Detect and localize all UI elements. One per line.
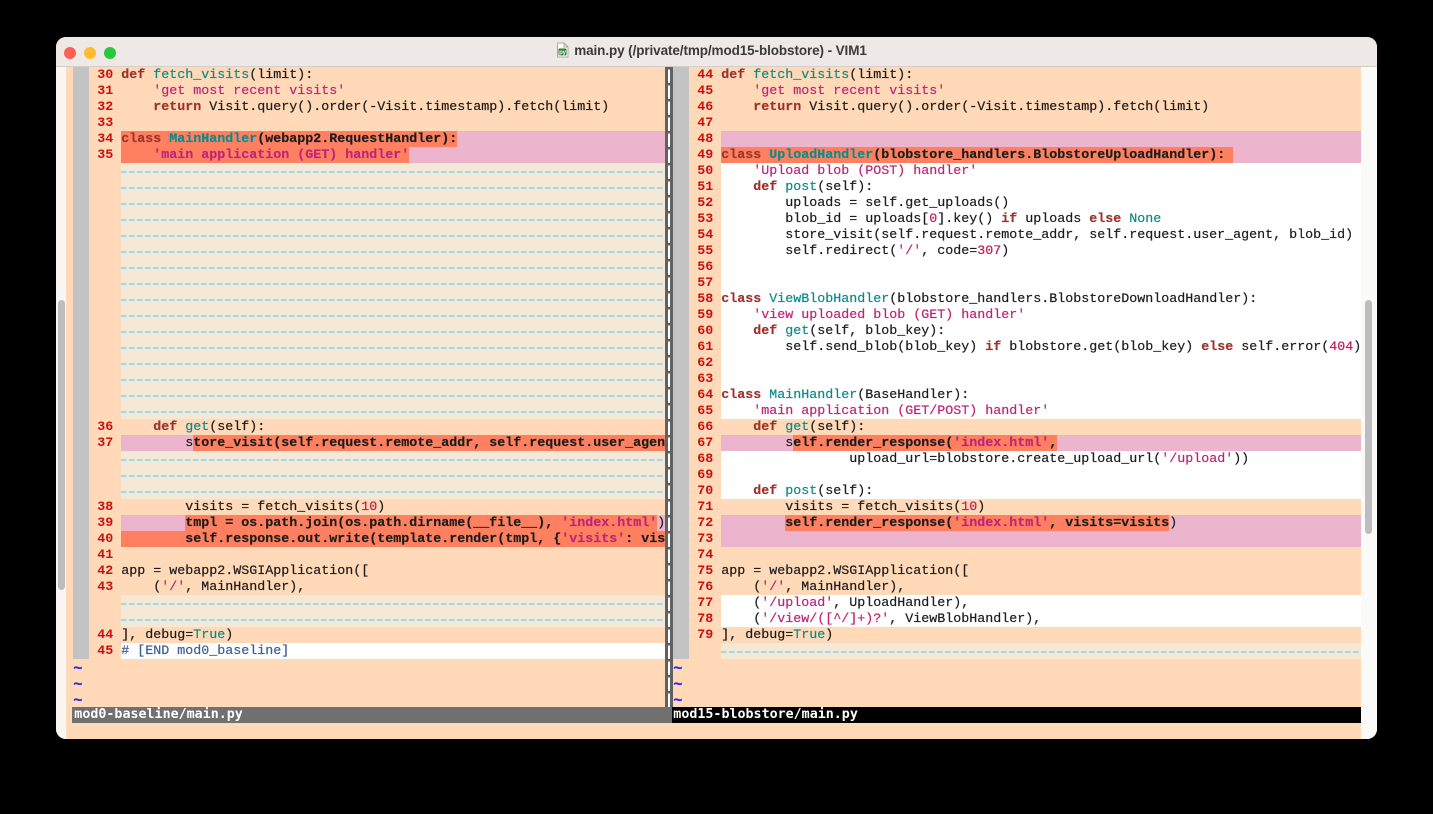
svg-text:py: py xyxy=(559,50,567,56)
